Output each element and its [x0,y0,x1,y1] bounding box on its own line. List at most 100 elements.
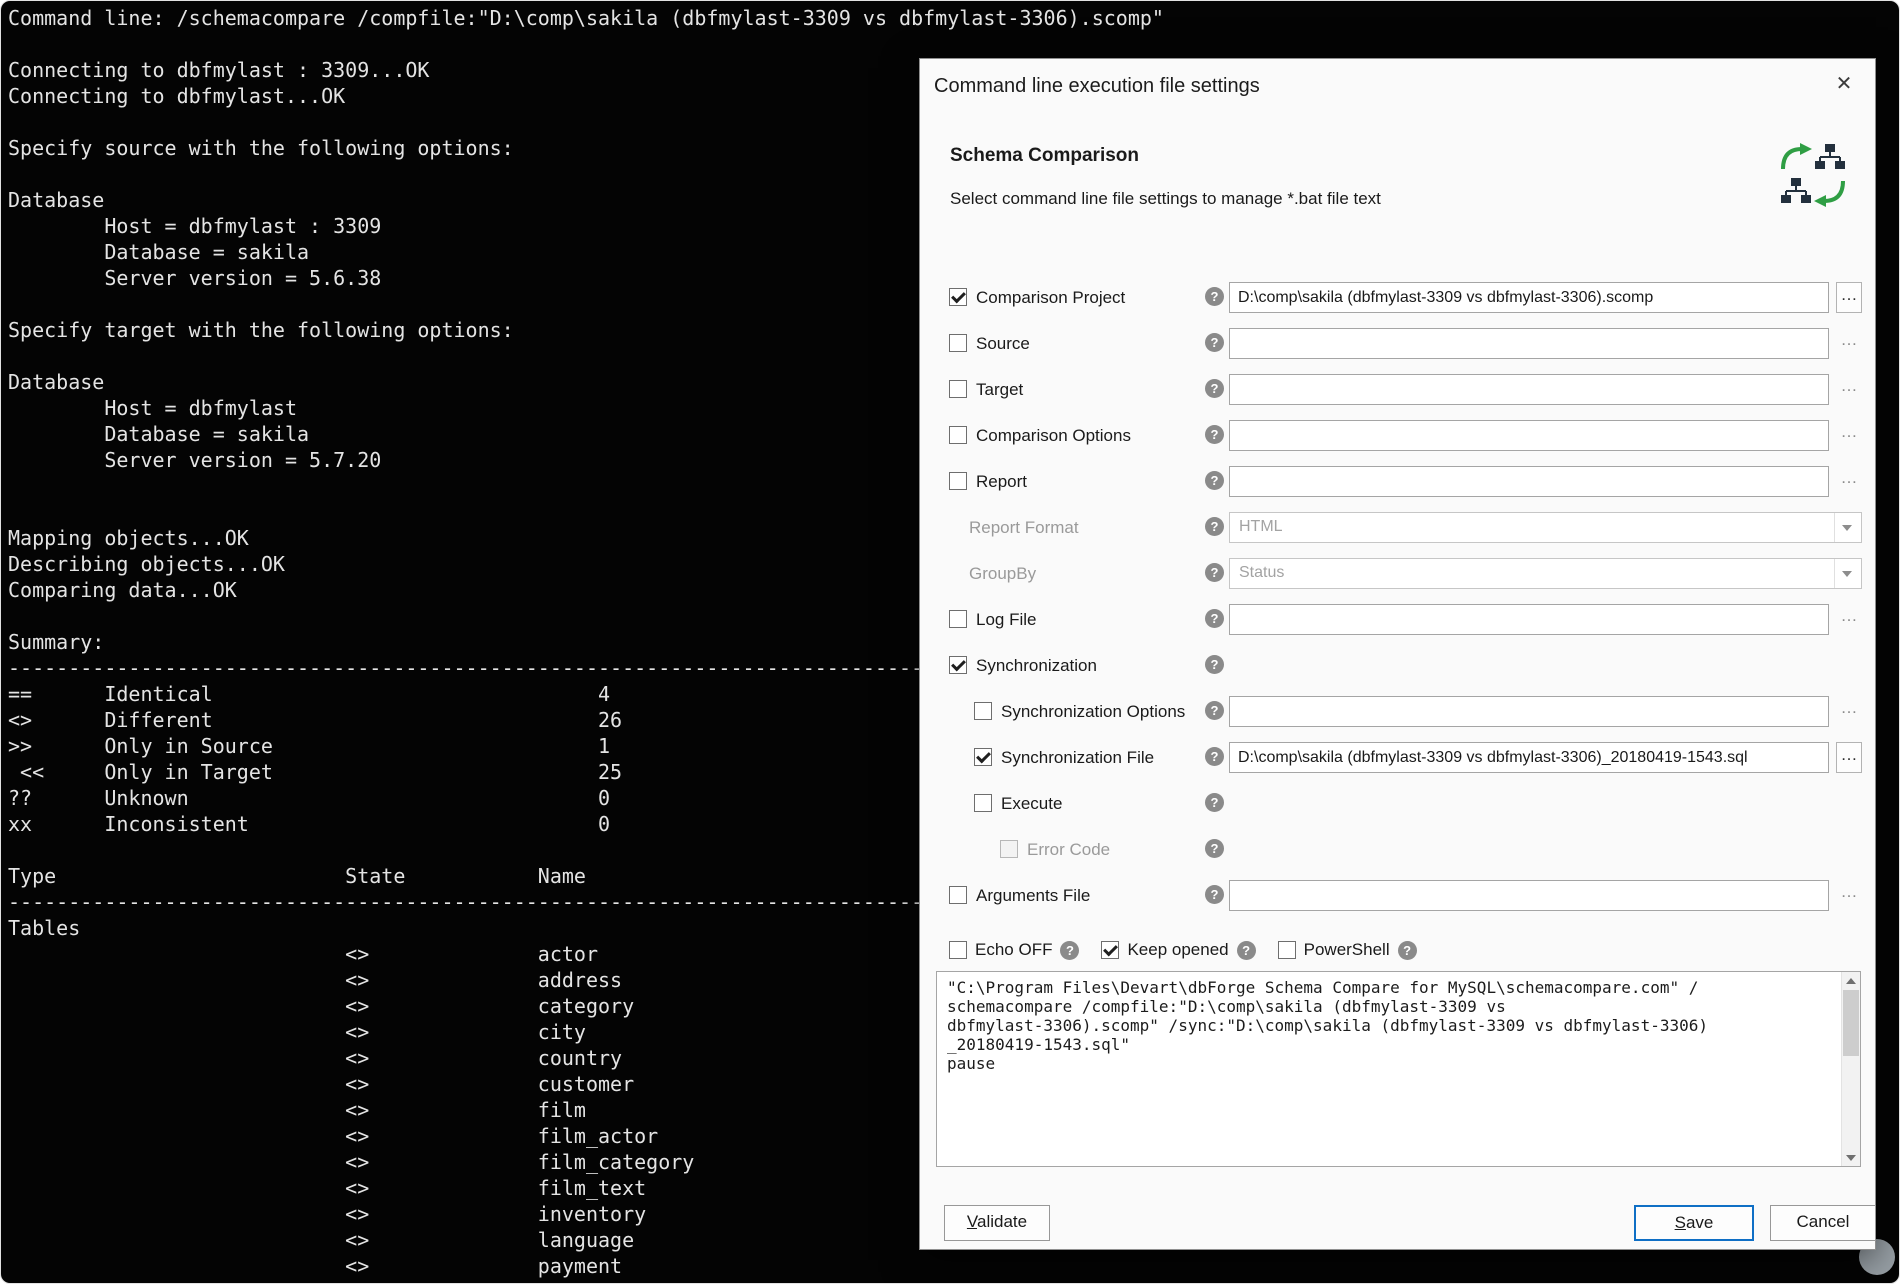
synchronization-options-label: Synchronization Options [1001,702,1185,722]
comparison-project-input[interactable] [1229,282,1829,313]
scrollbar[interactable] [1841,972,1860,1166]
keep-opened-label: Keep opened [1127,940,1228,960]
target-input[interactable] [1229,374,1829,405]
execute-label: Execute [1001,794,1062,814]
comparison-project-checkbox[interactable] [949,288,967,306]
browse-button[interactable]: … [1836,420,1862,451]
save-button-label: Save [1675,1207,1714,1239]
echo-off-label: Echo OFF [975,940,1052,960]
synchronization-file-input[interactable] [1229,742,1829,773]
browse-button[interactable]: … [1836,374,1862,405]
comparison-project-label: Comparison Project [976,288,1125,308]
batch-text-area[interactable]: "C:\Program Files\Devart\dbForge Schema … [936,971,1861,1167]
help-icon[interactable]: ? [1205,333,1224,352]
comparison-options-input[interactable] [1229,420,1829,451]
command-line-settings-dialog: Command line execution file settings ✕ S… [919,58,1876,1250]
report-label: Report [976,472,1027,492]
groupby-dropdown: Status [1229,558,1862,589]
execute-checkbox[interactable] [974,794,992,812]
dialog-title: Command line execution file settings [934,75,1260,98]
report-format-label: Report Format [969,518,1079,538]
error-code-checkbox [1000,840,1018,858]
help-icon[interactable]: ? [1205,425,1224,444]
close-icon[interactable]: ✕ [1829,69,1859,99]
browse-button[interactable]: … [1836,282,1862,313]
browse-button[interactable]: … [1836,742,1862,773]
report-input[interactable] [1229,466,1829,497]
arguments-file-input[interactable] [1229,880,1829,911]
comparison-options-label: Comparison Options [976,426,1131,446]
form-row-source: Source ? … [920,320,1875,366]
comparison-options-checkbox[interactable] [949,426,967,444]
log-file-label: Log File [976,610,1036,630]
help-icon[interactable]: ? [1060,941,1079,960]
cancel-button-label: Cancel [1797,1212,1850,1231]
synchronization-options-input[interactable] [1229,696,1829,727]
echo-off-checkbox[interactable] [949,941,967,959]
groupby-value: Status [1239,564,1284,582]
log-file-checkbox[interactable] [949,610,967,628]
save-button[interactable]: Save [1634,1205,1754,1241]
help-icon[interactable]: ? [1205,609,1224,628]
log-file-input[interactable] [1229,604,1829,635]
help-icon[interactable]: ? [1205,563,1224,582]
form-row-error-code: Error Code ? [920,826,1875,872]
synchronization-file-label: Synchronization File [1001,748,1154,768]
powershell-checkbox[interactable] [1278,941,1296,959]
source-checkbox[interactable] [949,334,967,352]
powershell-option: PowerShell ? [1278,940,1417,960]
target-label: Target [976,380,1023,400]
arguments-file-checkbox[interactable] [949,886,967,904]
form-row-report: Report ? … [920,458,1875,504]
synchronization-options-checkbox[interactable] [974,702,992,720]
help-icon[interactable]: ? [1205,793,1224,812]
browse-button[interactable]: … [1836,328,1862,359]
report-format-value: HTML [1239,518,1283,536]
form-row-synchronization-file: Synchronization File ? … [920,734,1875,780]
target-checkbox[interactable] [949,380,967,398]
form-row-synchronization-options: Synchronization Options ? … [920,688,1875,734]
echo-off-option: Echo OFF ? [949,940,1079,960]
synchronization-checkbox[interactable] [949,656,967,674]
help-icon[interactable]: ? [1205,701,1224,720]
form-row-comparison-options: Comparison Options ? … [920,412,1875,458]
powershell-label: PowerShell [1304,940,1390,960]
keep-opened-checkbox[interactable] [1101,941,1119,959]
report-checkbox[interactable] [949,472,967,490]
help-icon[interactable]: ? [1205,747,1224,766]
browse-button[interactable]: … [1836,880,1862,911]
help-icon[interactable]: ? [1205,287,1224,306]
scroll-down-icon[interactable] [1842,1149,1860,1166]
scrollbar-thumb[interactable] [1843,990,1859,1056]
source-input[interactable] [1229,328,1829,359]
help-icon[interactable]: ? [1205,517,1224,536]
synchronization-file-checkbox[interactable] [974,748,992,766]
help-icon[interactable]: ? [1205,655,1224,674]
error-code-label: Error Code [1027,840,1110,860]
form-row-synchronization: Synchronization ? [920,642,1875,688]
help-icon[interactable]: ? [1398,941,1417,960]
help-icon[interactable]: ? [1205,379,1224,398]
browse-button[interactable]: … [1836,466,1862,497]
help-icon[interactable]: ? [1205,839,1224,858]
help-icon[interactable]: ? [1205,885,1224,904]
help-icon[interactable]: ? [1237,941,1256,960]
synchronization-label: Synchronization [976,656,1097,676]
scroll-up-icon[interactable] [1842,972,1860,989]
form-row-target: Target ? … [920,366,1875,412]
form-row-log-file: Log File ? … [920,596,1875,642]
browse-button[interactable]: … [1836,696,1862,727]
browse-button[interactable]: … [1836,604,1862,635]
source-label: Source [976,334,1030,354]
form-row-arguments-file: Arguments File ? … [920,872,1875,918]
help-icon[interactable]: ? [1205,471,1224,490]
validate-button[interactable]: Validate [944,1205,1050,1241]
screen: Command line: /schemacompare /compfile:"… [0,0,1900,1284]
wizard-step-title: Schema Comparison [950,145,1139,167]
cancel-button[interactable]: Cancel [1770,1205,1876,1241]
form-row-comparison-project: Comparison Project ? … [920,274,1875,320]
wizard-step-subtitle: Select command line file settings to man… [950,189,1381,209]
batch-text: "C:\Program Files\Devart\dbForge Schema … [937,972,1860,1079]
form-row-report-format: Report Format ? HTML [920,504,1875,550]
batch-options-row: Echo OFF ? Keep opened ? PowerShell ? [949,933,1439,967]
